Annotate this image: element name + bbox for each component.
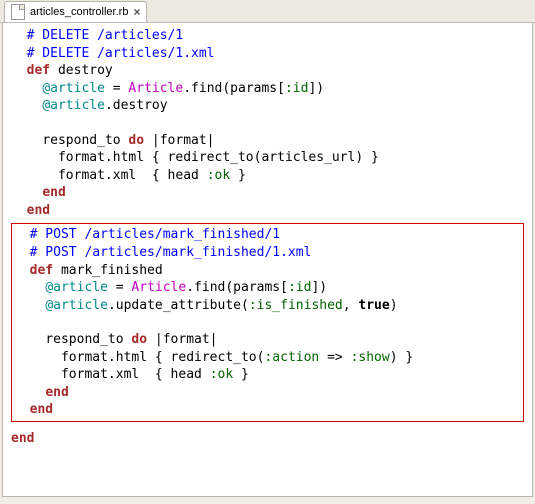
blank-line — [14, 314, 521, 331]
code-line: @article.destroy — [11, 97, 524, 115]
code-line: def mark_finished — [14, 262, 521, 280]
file-tab[interactable]: articles_controller.rb × — [4, 1, 147, 22]
code-line: format.html { redirect_to(articles_url) … — [11, 149, 524, 167]
code-line: @article = Article.find(params[:id]) — [14, 279, 521, 297]
file-icon — [11, 4, 25, 20]
code-line: # DELETE /articles/1 — [11, 27, 524, 45]
code-line: format.html { redirect_to(:action => :sh… — [14, 349, 521, 367]
code-line: @article = Article.find(params[:id]) — [11, 80, 524, 98]
code-line: respond_to do |format| — [11, 132, 524, 150]
code-editor[interactable]: # DELETE /articles/1 # DELETE /articles/… — [2, 23, 533, 497]
code-line: # POST /articles/mark_finished/1.xml — [14, 244, 521, 262]
code-line: @article.update_attribute(:is_finished, … — [14, 297, 521, 315]
code-line: format.xml { head :ok } — [14, 366, 521, 384]
code-line: # POST /articles/mark_finished/1 — [14, 226, 521, 244]
tab-filename: articles_controller.rb — [30, 6, 128, 18]
close-icon[interactable]: × — [133, 5, 140, 19]
code-line: end — [11, 202, 524, 220]
code-line: end — [14, 384, 521, 402]
highlighted-block: # POST /articles/mark_finished/1 # POST … — [11, 223, 524, 421]
code-line: format.xml { head :ok } — [11, 167, 524, 185]
code-line: end — [14, 401, 521, 419]
code-line: respond_to do |format| — [14, 331, 521, 349]
code-line: end — [11, 184, 524, 202]
code-line: end — [11, 430, 524, 448]
code-line: def destroy — [11, 62, 524, 80]
blank-line — [11, 115, 524, 132]
code-line: # DELETE /articles/1.xml — [11, 45, 524, 63]
tab-bar: articles_controller.rb × — [0, 0, 535, 23]
